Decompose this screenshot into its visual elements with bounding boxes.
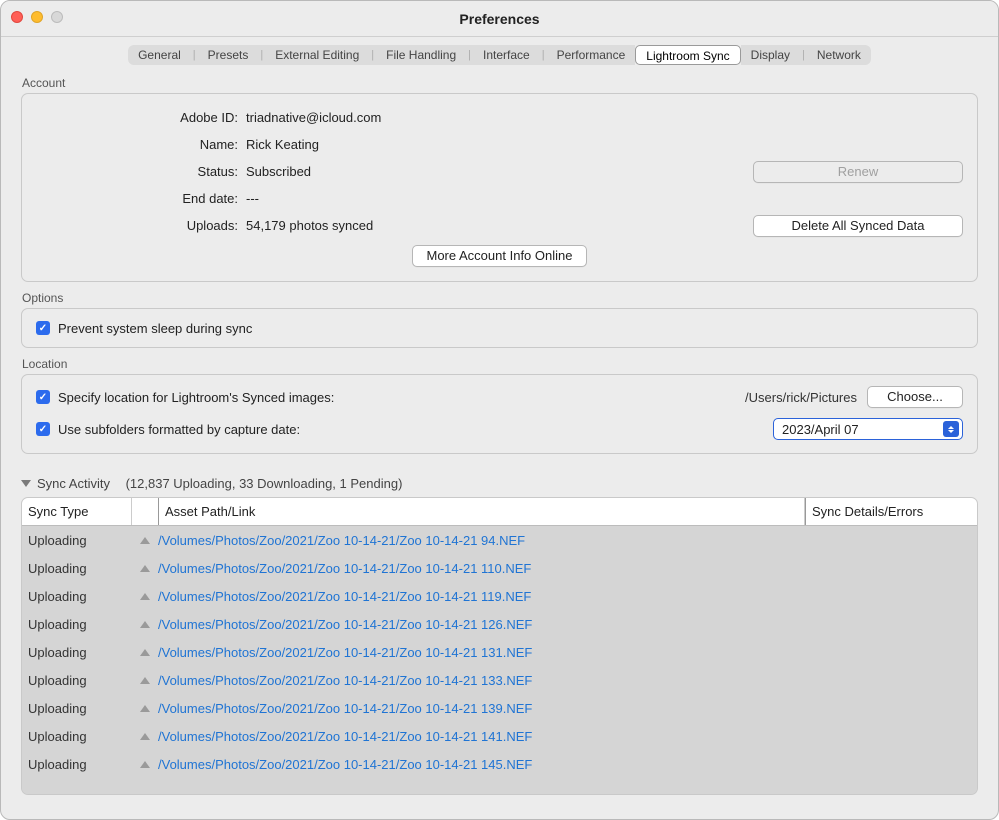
location-path: /Users/rick/Pictures: [745, 390, 857, 405]
name-label: Name:: [36, 137, 246, 152]
end-date-label: End date:: [36, 191, 246, 206]
options-legend: Options: [22, 291, 63, 305]
table-row[interactable]: Uploading/Volumes/Photos/Zoo/2021/Zoo 10…: [22, 554, 977, 582]
tab-performance[interactable]: Performance: [547, 45, 636, 65]
more-account-info-button[interactable]: More Account Info Online: [412, 245, 588, 267]
account-group: Account Adobe ID: triadnative@icloud.com…: [21, 93, 978, 282]
sync-type-cell: Uploading: [22, 617, 132, 632]
tab-file-handling[interactable]: File Handling: [376, 45, 466, 65]
name-value: Rick Keating: [246, 137, 733, 152]
status-label: Status:: [36, 164, 246, 179]
upload-icon: [132, 621, 158, 628]
sync-type-cell: Uploading: [22, 533, 132, 548]
prevent-sleep-label: Prevent system sleep during sync: [58, 321, 252, 336]
sync-type-cell: Uploading: [22, 757, 132, 772]
sync-table-body: Uploading/Volumes/Photos/Zoo/2021/Zoo 10…: [22, 526, 977, 778]
asset-path-link[interactable]: /Volumes/Photos/Zoo/2021/Zoo 10-14-21/Zo…: [158, 561, 805, 576]
sync-type-cell: Uploading: [22, 645, 132, 660]
tab-general[interactable]: General: [128, 45, 191, 65]
col-sync-type-header[interactable]: Sync Type: [22, 498, 132, 525]
date-format-select[interactable]: 2023/April 07: [773, 418, 963, 440]
specify-location-checkbox[interactable]: ✓: [36, 390, 50, 404]
account-legend: Account: [22, 76, 65, 90]
titlebar: Preferences: [1, 1, 998, 37]
col-asset-path-header[interactable]: Asset Path/Link: [158, 498, 805, 525]
table-row[interactable]: Uploading/Volumes/Photos/Zoo/2021/Zoo 10…: [22, 638, 977, 666]
upload-icon: [132, 537, 158, 544]
upload-icon: [132, 565, 158, 572]
asset-path-link[interactable]: /Volumes/Photos/Zoo/2021/Zoo 10-14-21/Zo…: [158, 533, 805, 548]
asset-path-link[interactable]: /Volumes/Photos/Zoo/2021/Zoo 10-14-21/Zo…: [158, 673, 805, 688]
zoom-window-button-disabled: [51, 11, 63, 23]
sync-type-cell: Uploading: [22, 589, 132, 604]
upload-icon: [132, 677, 158, 684]
table-row[interactable]: Uploading/Volumes/Photos/Zoo/2021/Zoo 10…: [22, 526, 977, 554]
status-value: Subscribed: [246, 164, 733, 179]
table-row[interactable]: Uploading/Volumes/Photos/Zoo/2021/Zoo 10…: [22, 694, 977, 722]
sync-type-cell: Uploading: [22, 729, 132, 744]
sync-type-cell: Uploading: [22, 561, 132, 576]
uploads-label: Uploads:: [36, 218, 246, 233]
asset-path-link[interactable]: /Volumes/Photos/Zoo/2021/Zoo 10-14-21/Zo…: [158, 589, 805, 604]
location-legend: Location: [22, 357, 67, 371]
specify-location-label: Specify location for Lightroom's Synced …: [58, 390, 334, 405]
adobe-id-value: triadnative@icloud.com: [246, 110, 733, 125]
choose-location-button[interactable]: Choose...: [867, 386, 963, 408]
upload-icon: [132, 705, 158, 712]
upload-icon: [132, 733, 158, 740]
asset-path-link[interactable]: /Volumes/Photos/Zoo/2021/Zoo 10-14-21/Zo…: [158, 701, 805, 716]
tab-presets[interactable]: Presets: [198, 45, 259, 65]
updown-caret-icon: [943, 421, 959, 437]
tab-external-editing[interactable]: External Editing: [265, 45, 369, 65]
tab-interface[interactable]: Interface: [473, 45, 540, 65]
location-group: Location ✓ Specify location for Lightroo…: [21, 374, 978, 454]
preferences-window: Preferences General|Presets|External Edi…: [0, 0, 999, 820]
tabs-row: General|Presets|External Editing|File Ha…: [1, 37, 998, 65]
asset-path-link[interactable]: /Volumes/Photos/Zoo/2021/Zoo 10-14-21/Zo…: [158, 757, 805, 772]
sync-type-cell: Uploading: [22, 701, 132, 716]
sync-activity-panel: Sync Type Asset Path/Link Sync Details/E…: [21, 497, 978, 795]
asset-path-link[interactable]: /Volumes/Photos/Zoo/2021/Zoo 10-14-21/Zo…: [158, 617, 805, 632]
uploads-value: 54,179 photos synced: [246, 218, 733, 233]
use-subfolders-label: Use subfolders formatted by capture date…: [58, 422, 300, 437]
date-format-value: 2023/April 07: [782, 422, 859, 437]
sync-table-header: Sync Type Asset Path/Link Sync Details/E…: [22, 498, 977, 526]
asset-path-link[interactable]: /Volumes/Photos/Zoo/2021/Zoo 10-14-21/Zo…: [158, 645, 805, 660]
table-row[interactable]: Uploading/Volumes/Photos/Zoo/2021/Zoo 10…: [22, 582, 977, 610]
table-row[interactable]: Uploading/Volumes/Photos/Zoo/2021/Zoo 10…: [22, 722, 977, 750]
col-sync-details-header[interactable]: Sync Details/Errors: [805, 498, 977, 525]
upload-icon: [132, 649, 158, 656]
sync-type-cell: Uploading: [22, 673, 132, 688]
tab-network[interactable]: Network: [807, 45, 871, 65]
sync-activity-label: Sync Activity: [37, 476, 110, 491]
tabstrip: General|Presets|External Editing|File Ha…: [128, 45, 871, 65]
delete-all-synced-data-button[interactable]: Delete All Synced Data: [753, 215, 963, 237]
adobe-id-label: Adobe ID:: [36, 110, 246, 125]
upload-icon: [132, 593, 158, 600]
tab-display[interactable]: Display: [741, 45, 800, 65]
window-title: Preferences: [459, 11, 539, 27]
sync-activity-counts: (12,837 Uploading, 33 Downloading, 1 Pen…: [126, 476, 403, 491]
options-group: Options ✓ Prevent system sleep during sy…: [21, 308, 978, 348]
end-date-value: ---: [246, 191, 733, 206]
minimize-window-button[interactable]: [31, 11, 43, 23]
tab-lightroom-sync[interactable]: Lightroom Sync: [635, 45, 740, 65]
asset-path-link[interactable]: /Volumes/Photos/Zoo/2021/Zoo 10-14-21/Zo…: [158, 729, 805, 744]
close-window-button[interactable]: [11, 11, 23, 23]
sync-table-footer: [22, 778, 977, 794]
table-row[interactable]: Uploading/Volumes/Photos/Zoo/2021/Zoo 10…: [22, 610, 977, 638]
table-row[interactable]: Uploading/Volumes/Photos/Zoo/2021/Zoo 10…: [22, 666, 977, 694]
prevent-sleep-row[interactable]: ✓ Prevent system sleep during sync: [36, 315, 963, 341]
sync-activity-header[interactable]: Sync Activity (12,837 Uploading, 33 Down…: [21, 476, 978, 491]
traffic-lights: [11, 11, 63, 23]
renew-button[interactable]: Renew: [753, 161, 963, 183]
prevent-sleep-checkbox[interactable]: ✓: [36, 321, 50, 335]
table-row[interactable]: Uploading/Volumes/Photos/Zoo/2021/Zoo 10…: [22, 750, 977, 778]
upload-icon: [132, 761, 158, 768]
use-subfolders-checkbox[interactable]: ✓: [36, 422, 50, 436]
disclosure-triangle-icon: [21, 480, 31, 487]
